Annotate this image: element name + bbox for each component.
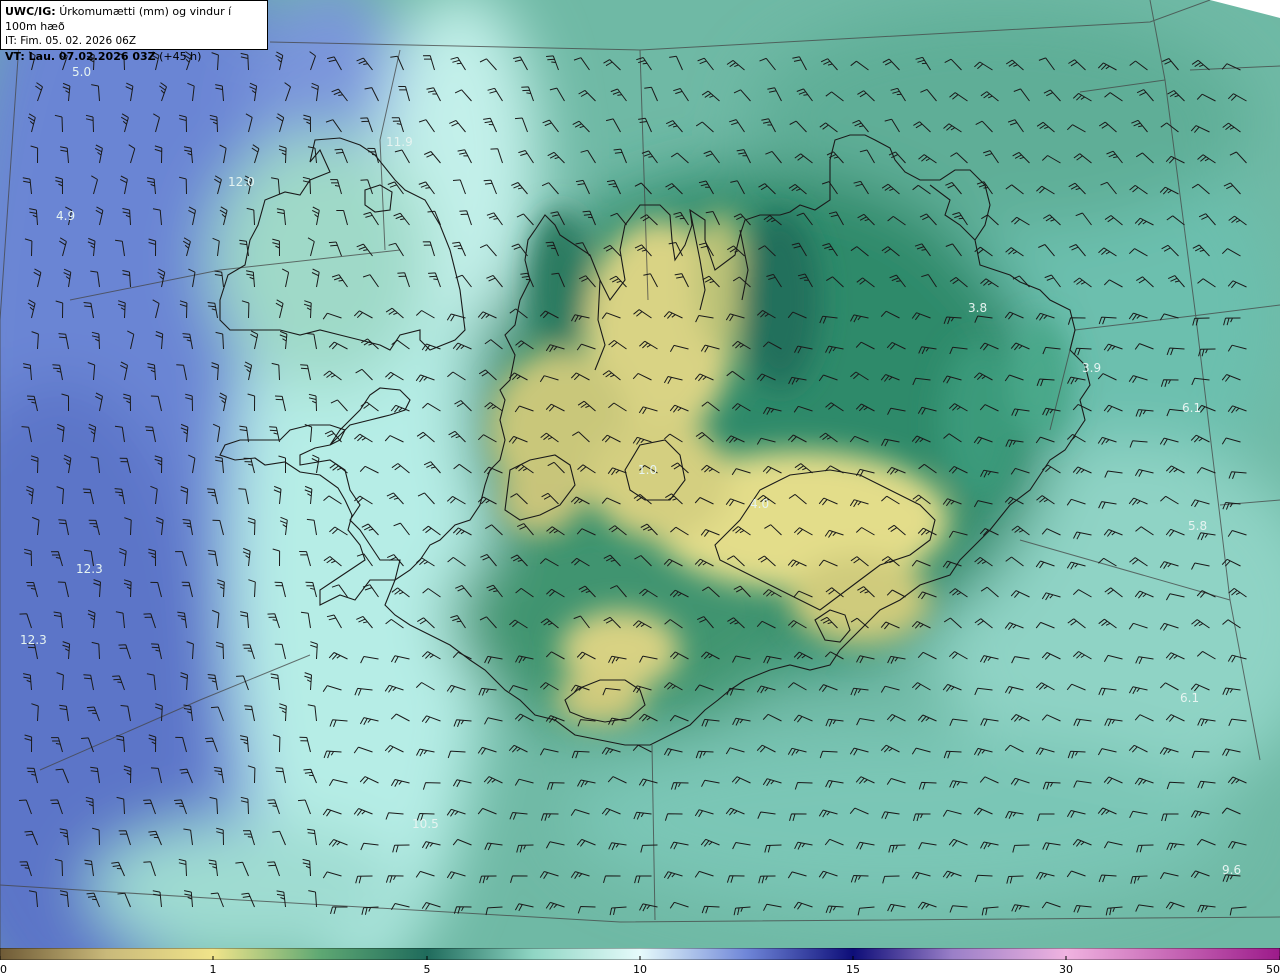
colorbar-tick: 5	[423, 963, 431, 976]
value-label: 12.3	[76, 562, 103, 576]
colorbar	[0, 948, 1280, 960]
value-label: 9.6	[1222, 863, 1241, 877]
colorbar-tick: 50	[1266, 963, 1280, 976]
title-line: UWC/IG: Úrkomumætti (mm) og vindur í 100…	[5, 4, 263, 34]
colorbar-tick: 1	[209, 963, 217, 976]
colorbar-tick: 15	[846, 963, 860, 976]
value-label: 12.0	[228, 175, 255, 189]
value-label: 12.3	[20, 633, 47, 647]
colorbar-tick: 30	[1059, 963, 1073, 976]
value-label: 6.1	[1182, 401, 1201, 415]
value-label: 10.5	[412, 817, 439, 831]
colorbar-tick: 10	[633, 963, 647, 976]
colorbar-ticks: 0 1 5 10 15 30 50	[0, 960, 1280, 978]
valid-time: VT: Lau. 07.02.2026 03Z	[5, 50, 156, 63]
value-label: 1.0	[638, 463, 657, 477]
forecast-map: 5.0 11.9 12.0 4.9 3.8 6.1 4.0 1.0 12.3 1…	[0, 0, 1280, 948]
issue-time: IT: Fim. 05. 02. 2026 06Z	[5, 35, 137, 47]
value-label: 4.9	[56, 209, 75, 223]
forecast-offset: (+45 h)	[159, 50, 202, 63]
value-label: 5.8	[1188, 519, 1207, 533]
value-label: 4.0	[750, 497, 769, 511]
value-label: 6.1	[1180, 691, 1199, 705]
value-label: 11.9	[386, 135, 413, 149]
model-name: UWC/IG:	[5, 5, 56, 18]
value-label: 5.0	[72, 65, 91, 79]
valid-time-line: VT: Lau. 07.02.2026 03Z (+45 h)	[5, 49, 263, 64]
map-title-box: UWC/IG: Úrkomumætti (mm) og vindur í 100…	[0, 0, 268, 63]
value-label: 3.9	[1082, 361, 1101, 375]
colorbar-tick: 0	[0, 963, 7, 976]
value-label: 3.8	[968, 301, 987, 315]
